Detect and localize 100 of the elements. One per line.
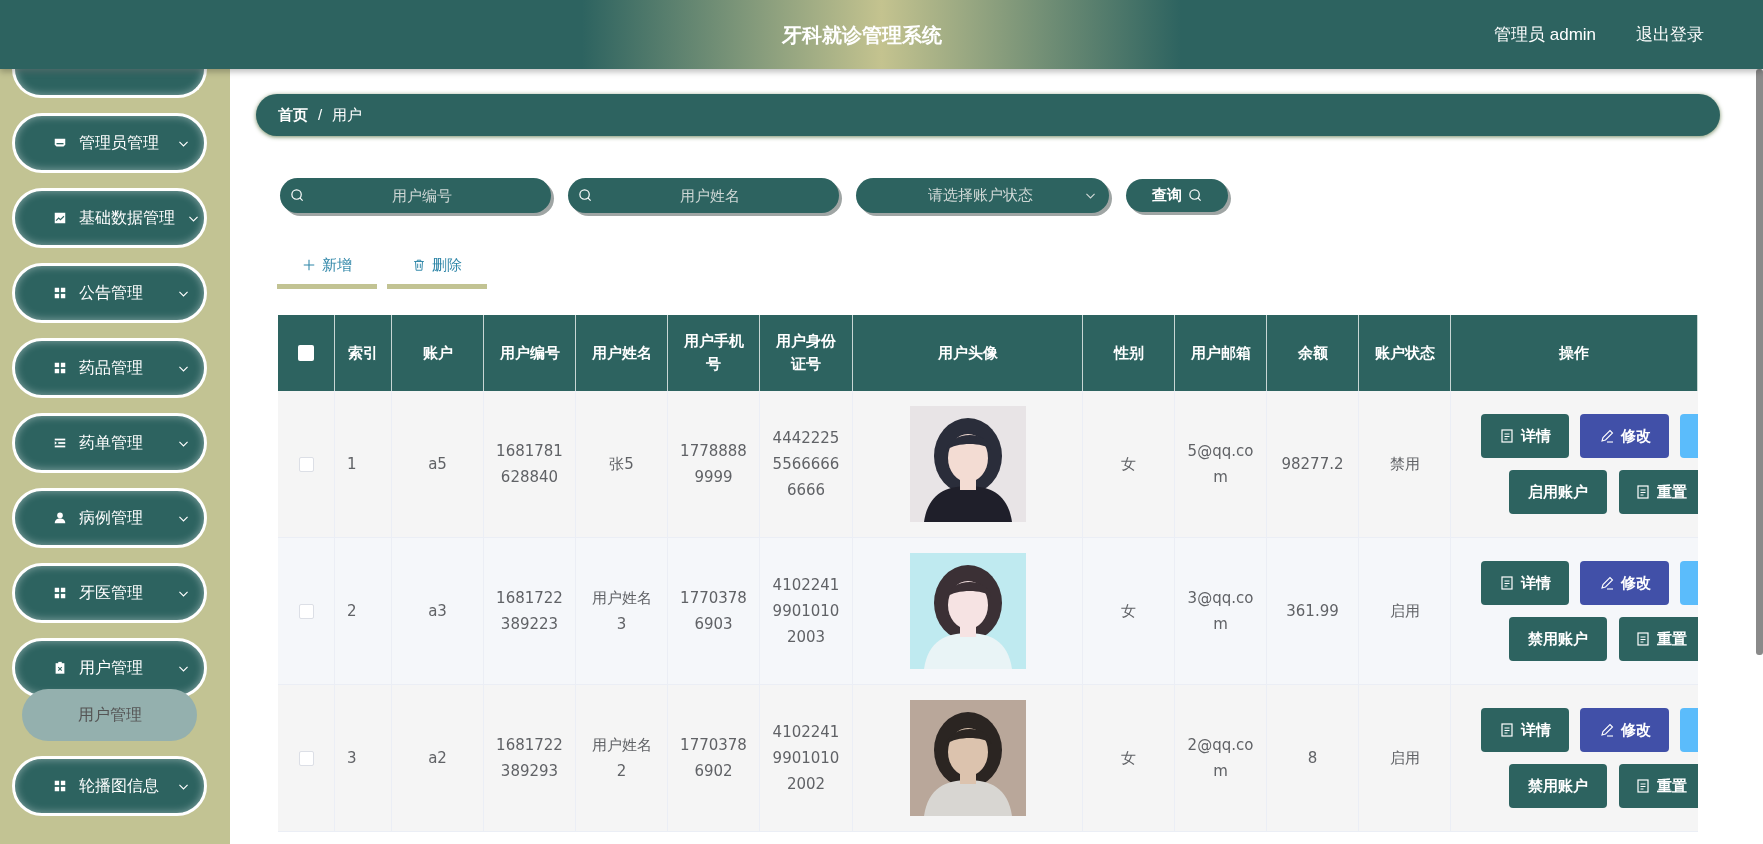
plus-icon — [302, 258, 316, 272]
list-icon — [53, 436, 67, 450]
table-cell-text: 410224199010102002 — [772, 722, 840, 795]
account-toggle-button[interactable]: 禁用账户 — [1509, 764, 1607, 808]
logout-link[interactable]: 退出登录 — [1636, 22, 1704, 48]
detail-button[interactable]: 详情 — [1481, 561, 1569, 605]
table-cell-text: 8 — [1306, 748, 1319, 769]
table-cell-text: 女 — [1120, 748, 1137, 769]
menu-label: 用户管理 — [79, 658, 144, 678]
document-icon — [1635, 631, 1651, 647]
account-toggle-button[interactable]: 禁用账户 — [1509, 617, 1607, 661]
pencil-icon — [1598, 428, 1615, 444]
column-header: 余额 — [1296, 342, 1329, 364]
search-icon — [290, 188, 305, 203]
account-toggle-button[interactable]: 启用账户 — [1509, 470, 1607, 514]
reset-password-button[interactable]: 重置 — [1619, 764, 1698, 808]
table-cell-text: 410224199010102003 — [772, 575, 840, 648]
breadcrumb-item[interactable]: 用户 — [332, 103, 363, 127]
search-field[interactable]: 用户姓名 — [568, 178, 839, 213]
table-cell-text: 女 — [1120, 601, 1137, 622]
table-cell-text: 1681722389293 — [495, 735, 564, 782]
table-cell-text: 1681722389223 — [495, 588, 564, 635]
table-cell-text: 1 — [347, 454, 357, 475]
menu-item[interactable]: 病例管理 — [12, 488, 207, 548]
document-icon — [1499, 428, 1515, 444]
menu-item[interactable]: 药品管理 — [12, 338, 207, 398]
table-cell-text: 女 — [1120, 454, 1137, 475]
column-header: 操作 — [1558, 342, 1590, 364]
table-cell-text: 361.99 — [1285, 601, 1340, 622]
table-cell-text: 2 — [347, 601, 357, 622]
select-all-checkbox[interactable] — [298, 345, 314, 361]
table-cell-text: a3 — [427, 601, 448, 622]
table-cell-text: 禁用 — [1388, 454, 1421, 475]
row-checkbox[interactable] — [298, 603, 314, 619]
menu-item[interactable]: 牙医管理 — [12, 563, 207, 623]
delete-button[interactable]: 删除 — [387, 246, 487, 289]
table-cell-text: 444222555666666666 — [772, 428, 840, 501]
detail-button[interactable]: 详情 — [1481, 414, 1569, 458]
table-cell-text: 17788889999 — [679, 441, 748, 488]
menu-label: 轮播图信息 — [79, 776, 160, 796]
menu-label: 药单管理 — [79, 433, 144, 453]
edit-button[interactable]: 修改 — [1580, 708, 1669, 752]
table-cell-text: 98277.2 — [1280, 454, 1345, 475]
table-cell-text: 3@qq.com — [1186, 588, 1255, 635]
document-icon — [1635, 484, 1651, 500]
menu-label: 病例管理 — [79, 508, 144, 528]
chart-icon — [53, 211, 67, 225]
row-checkbox[interactable] — [298, 750, 314, 766]
add-button[interactable]: 新增 — [277, 246, 377, 289]
status-select[interactable]: 请选择账户状态 — [856, 178, 1109, 213]
search-icon — [1187, 188, 1203, 203]
pencil-icon — [1598, 575, 1615, 591]
search-icon — [578, 188, 593, 203]
column-header: 用户身份证号 — [775, 331, 837, 375]
clipboard-icon — [53, 661, 67, 675]
reset-password-button[interactable]: 重置 — [1619, 617, 1698, 661]
pencil-icon — [1598, 722, 1615, 738]
menu-item[interactable]: 用户管理 — [12, 638, 207, 698]
grid-icon — [53, 586, 67, 600]
menu-item[interactable]: 药单管理 — [12, 413, 207, 473]
table-cell-text: 启用 — [1388, 601, 1421, 622]
column-header: 账户状态 — [1373, 342, 1436, 364]
edit-button[interactable]: 修改 — [1580, 561, 1669, 605]
table-cell-text: 启用 — [1388, 748, 1421, 769]
table-cell-text: 2@qq.com — [1186, 735, 1255, 782]
document-icon — [1499, 575, 1515, 591]
row-checkbox[interactable] — [298, 456, 314, 472]
user-label: 管理员 admin — [1494, 24, 1597, 46]
menu-item[interactable]: 轮播图信息 — [12, 756, 207, 816]
column-header: 账户 — [421, 342, 454, 364]
scrollbar-thumb[interactable] — [1756, 69, 1763, 655]
grid-icon — [53, 779, 67, 793]
menu-item[interactable]: 公告管理 — [12, 263, 207, 323]
query-button[interactable]: 查询 — [1126, 179, 1228, 212]
table-cell-text: 3 — [347, 748, 357, 769]
table-cell-text: 17703786903 — [679, 588, 748, 635]
reset-password-button[interactable]: 重置 — [1619, 470, 1698, 514]
detail-button[interactable]: 详情 — [1481, 708, 1569, 752]
column-header: 用户邮箱 — [1189, 342, 1252, 364]
menu-item[interactable]: 管理员管理 — [12, 113, 207, 173]
column-header: 用户头像 — [936, 342, 999, 364]
tray-icon — [53, 136, 67, 150]
document-icon — [1499, 722, 1515, 738]
column-header: 用户姓名 — [590, 342, 653, 364]
edit-button[interactable]: 修改 — [1580, 414, 1669, 458]
document-icon — [1635, 778, 1651, 794]
table-cell-text: 1681781628840 — [495, 441, 564, 488]
table-cell-text: 17703786902 — [679, 735, 748, 782]
menu-item[interactable]: 基础数据管理 — [12, 188, 207, 248]
table-cell-text: 用户姓名2 — [590, 735, 653, 782]
grid-icon — [53, 286, 67, 300]
column-header: 性别 — [1112, 342, 1145, 364]
table-cell-text: 用户姓名3 — [590, 588, 653, 635]
column-header: 用户编号 — [498, 342, 561, 364]
menu-label: 公告管理 — [79, 283, 144, 303]
column-header: 用户手机号 — [682, 331, 745, 375]
user-icon — [53, 511, 67, 525]
search-field[interactable]: 用户编号 — [280, 178, 551, 213]
table-cell-text: 张5 — [608, 454, 635, 475]
breadcrumb-item[interactable]: 首页 — [278, 103, 308, 127]
